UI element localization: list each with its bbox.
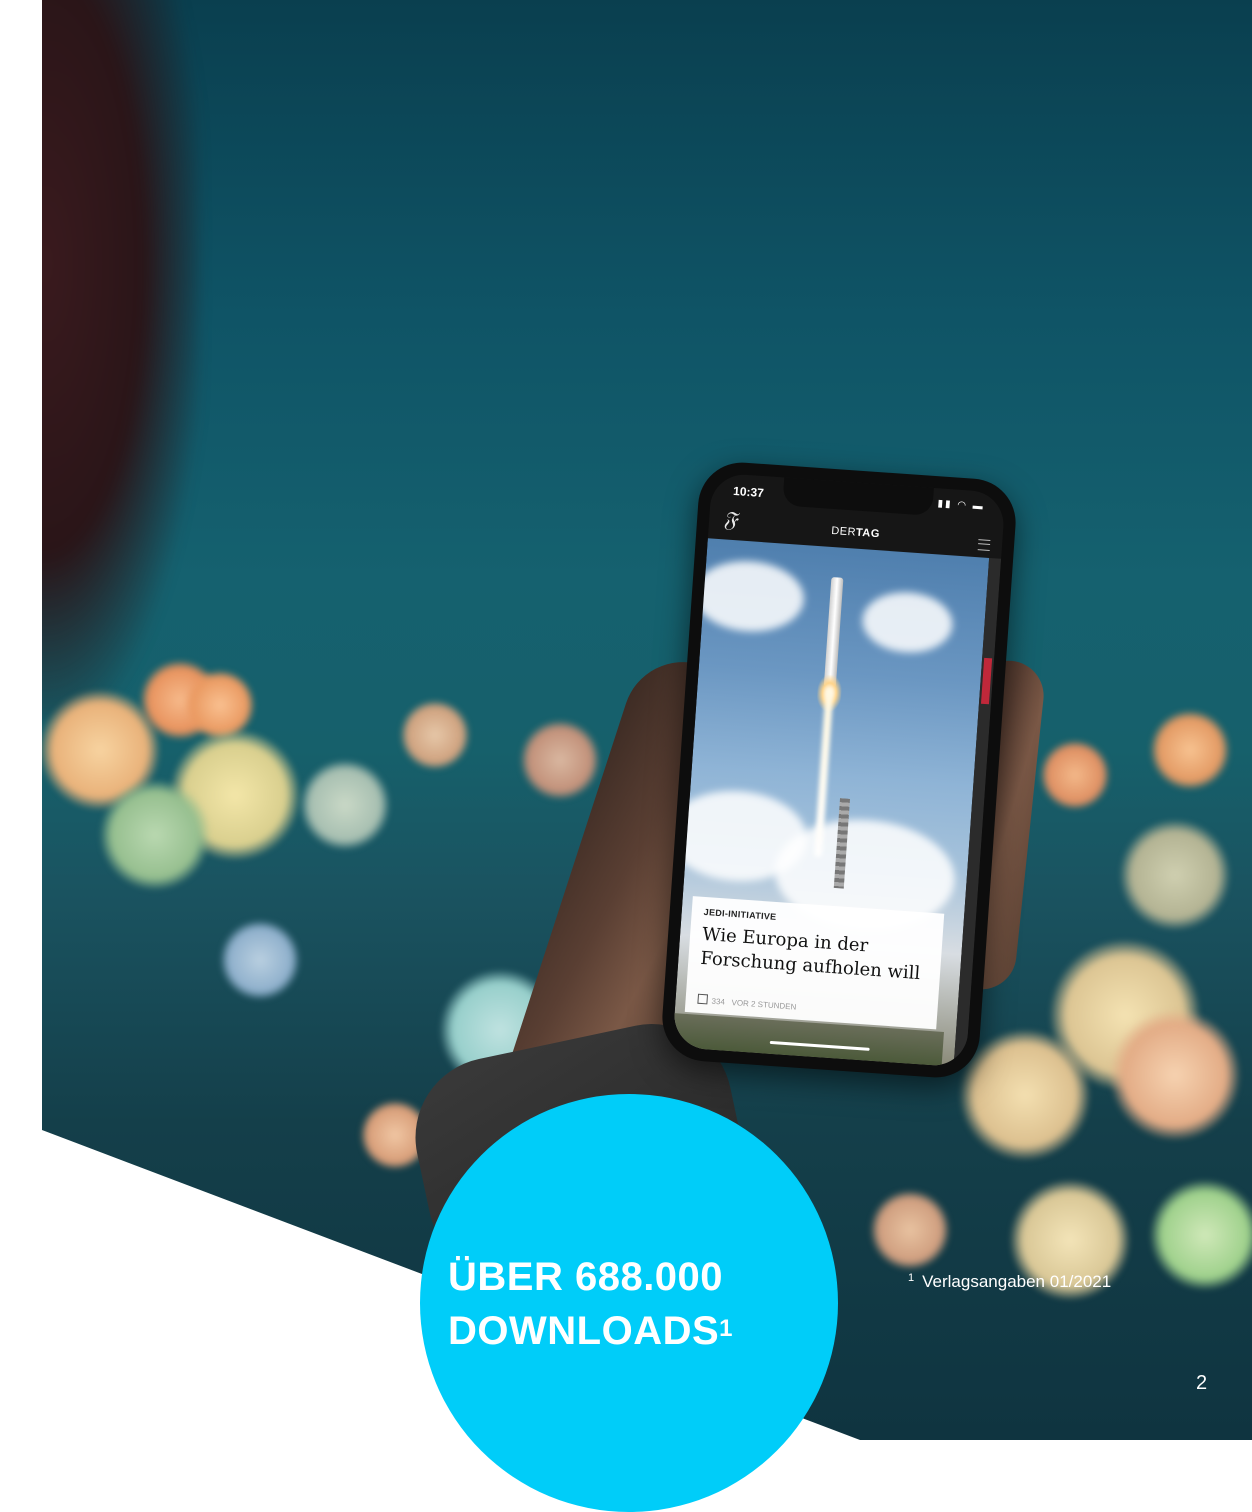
signal-wifi-battery-icon: ▮▮ ◠ ▬ — [937, 498, 986, 513]
downloads-badge-text: ÜBER 688.000 DOWNLOADS1 — [448, 1250, 828, 1358]
article-card[interactable]: JEDI-INITIATIVE Wie Europa in der Forsch… — [684, 896, 945, 1030]
badge-line-1: ÜBER 688.000 — [448, 1255, 724, 1299]
menu-icon[interactable] — [977, 539, 991, 551]
share-icon[interactable] — [697, 993, 709, 1005]
article-timestamp: VOR 2 STUNDEN — [731, 998, 797, 1012]
phone-screen: 10:37 ▮▮ ◠ ▬ 𝔉 DERTAG JEDI-INITIATIVE Wi… — [672, 472, 1006, 1068]
rocket — [823, 577, 844, 688]
footnote-text: Verlagsangaben 01/2021 — [922, 1272, 1112, 1291]
article-meta: 334 VOR 2 STUNDEN — [697, 993, 797, 1012]
share-count: 334 — [711, 996, 726, 1007]
article-kicker: JEDI-INITIATIVE — [703, 906, 777, 922]
status-time: 10:37 — [732, 483, 765, 501]
badge-line-2: DOWNLOADS1 — [448, 1309, 733, 1353]
footnote-marker: 1 — [908, 1272, 915, 1284]
smartphone: 10:37 ▮▮ ◠ ▬ 𝔉 DERTAG JEDI-INITIATIVE Wi… — [659, 459, 1019, 1081]
page-number: 2 — [1196, 1372, 1208, 1394]
article-headline[interactable]: Wie Europa in der Forschung aufholen wil… — [700, 923, 935, 987]
phone-notch — [782, 477, 934, 516]
footnote: 1 Verlagsangaben 01/2021 — [908, 1272, 1111, 1292]
badge-superscript: 1 — [719, 1315, 733, 1342]
